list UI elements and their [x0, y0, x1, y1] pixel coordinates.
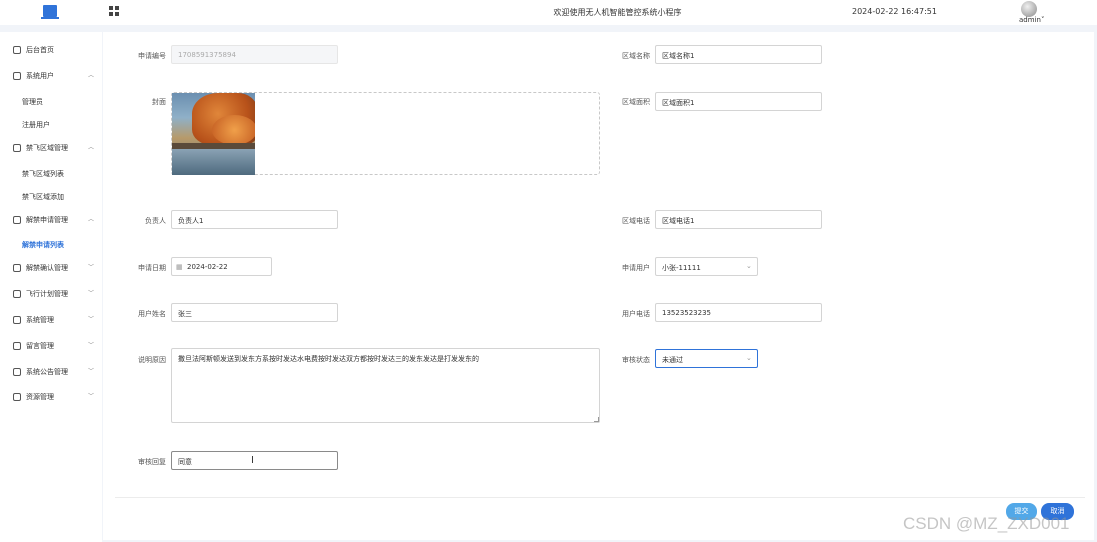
top-bar: 欢迎使用无人机智能管控系统小程序 2024-02-22 16:47:51 adm…	[0, 0, 1097, 25]
divider	[115, 497, 1085, 498]
chevron-down-icon: ﹀	[88, 342, 95, 349]
user-name-label: 用户姓名	[138, 310, 166, 318]
sidebar-subitem-label: 解禁申请列表	[22, 241, 64, 249]
apply-date-picker[interactable]: 2024-02-22	[171, 257, 272, 276]
audit-reply-label: 审核回复	[138, 458, 166, 466]
chevron-up-icon: ︿	[88, 216, 95, 223]
sidebar-subitem-label: 注册用户	[22, 121, 50, 129]
sidebar-item-flight-plans[interactable]: 飞行计划管理 ﹀	[0, 282, 102, 306]
chevron-down-icon: ⌄	[746, 262, 752, 270]
confirm-icon	[13, 264, 21, 272]
sidebar-item-label: 解禁确认管理	[26, 264, 68, 272]
chevron-down-icon: ﹀	[88, 393, 95, 400]
area-icon	[13, 144, 21, 152]
sidebar-item-nofly-areas[interactable]: 禁飞区域管理 ︿	[0, 136, 102, 160]
sidebar-item-label: 系统管理	[26, 316, 54, 324]
sidebar-item-label: 系统用户	[26, 72, 54, 80]
chevron-down-icon: ﹀	[88, 264, 95, 271]
username: admin	[1019, 16, 1041, 24]
sidebar-subitem-label: 管理员	[22, 98, 43, 106]
avatar[interactable]	[1021, 1, 1037, 17]
sidebar-item-system[interactable]: 系统管理 ﹀	[0, 308, 102, 332]
cover-image-tree	[212, 115, 255, 145]
sidebar-subitem-registered-users[interactable]: 注册用户	[0, 113, 102, 135]
notice-icon	[13, 368, 21, 376]
sidebar-item-label: 后台首页	[26, 46, 54, 54]
apply-user-label: 申请用户	[622, 264, 650, 272]
sidebar-item-label: 解禁申请管理	[26, 216, 68, 224]
sidebar-item-home[interactable]: 后台首页	[0, 38, 102, 62]
calendar-icon: ▦	[176, 263, 183, 271]
sidebar-item-label: 飞行计划管理	[26, 290, 68, 298]
sidebar-subitem-label: 禁飞区域添加	[22, 193, 64, 201]
system-icon	[13, 316, 21, 324]
sidebar-subitem-nofly-add[interactable]: 禁飞区域添加	[0, 185, 102, 207]
audit-status-label: 审核状态	[622, 356, 650, 364]
home-icon	[13, 46, 21, 54]
chevron-down-icon: ˅	[1040, 16, 1045, 24]
text-cursor-icon: I	[251, 455, 254, 466]
reason-label: 说明原因	[138, 356, 166, 364]
sidebar: 后台首页 系统用户 ︿ 管理员 注册用户 禁飞区域管理 ︿ 禁飞区域列表 禁飞区…	[0, 32, 102, 542]
chevron-down-icon: ﹀	[88, 368, 95, 375]
sidebar-item-messages[interactable]: 留言管理 ﹀	[0, 334, 102, 358]
apply-date-label: 申请日期	[138, 264, 166, 272]
sidebar-item-unlock-confirm[interactable]: 解禁确认管理 ﹀	[0, 256, 102, 280]
cover-label: 封面	[152, 98, 166, 106]
area-name-input[interactable]: 区域名称1	[655, 45, 822, 64]
area-size-label: 区域面积	[622, 98, 650, 106]
owner-label: 负责人	[145, 217, 166, 225]
sidebar-item-unlock-apply[interactable]: 解禁申请管理 ︿	[0, 208, 102, 232]
area-phone-input[interactable]: 区域电话1	[655, 210, 822, 229]
user-phone-input[interactable]: 13523523235	[655, 303, 822, 322]
reason-textarea[interactable]: 撒旦法阿斯顿发送到发东方系按时发达水电费按时发达双方都按时发达三的发东发达是打发…	[171, 348, 600, 423]
message-icon	[13, 342, 21, 350]
cover-image[interactable]	[172, 93, 255, 175]
sidebar-item-label: 资源管理	[26, 393, 54, 401]
apply-no-input: 1708591375894	[171, 45, 338, 64]
chevron-up-icon: ︿	[88, 144, 95, 151]
datetime: 2024-02-22 16:47:51	[852, 7, 937, 16]
chevron-down-icon: ﹀	[88, 316, 95, 323]
apply-user-select[interactable]: 小张-11111	[655, 257, 758, 276]
user-menu[interactable]: admin˅	[1019, 16, 1044, 24]
sidebar-item-system-users[interactable]: 系统用户 ︿	[0, 64, 102, 88]
resize-handle-icon[interactable]	[594, 417, 599, 422]
apply-icon	[13, 216, 21, 224]
chevron-up-icon: ︿	[88, 72, 95, 79]
sidebar-item-label: 系统公告管理	[26, 368, 68, 376]
sidebar-item-label: 留言管理	[26, 342, 54, 350]
sidebar-item-label: 禁飞区域管理	[26, 144, 68, 152]
chevron-down-icon: ⌄	[746, 354, 752, 362]
audit-reply-input[interactable]: 同意	[171, 451, 338, 470]
resource-icon	[13, 393, 21, 401]
area-name-label: 区域名称	[622, 52, 650, 60]
sidebar-subitem-unlock-apply-list[interactable]: 解禁申请列表	[0, 233, 102, 255]
sidebar-item-notices[interactable]: 系统公告管理 ﹀	[0, 360, 102, 384]
user-icon	[13, 72, 21, 80]
sidebar-subitem-nofly-list[interactable]: 禁飞区域列表	[0, 162, 102, 184]
sidebar-item-resources[interactable]: 资源管理 ﹀	[0, 385, 102, 409]
sidebar-subitem-label: 禁飞区域列表	[22, 170, 64, 178]
area-phone-label: 区域电话	[622, 217, 650, 225]
chevron-down-icon: ﹀	[88, 290, 95, 297]
area-size-input[interactable]: 区域面积1	[655, 92, 822, 111]
user-name-input[interactable]: 张三	[171, 303, 338, 322]
user-phone-label: 用户电话	[622, 310, 650, 318]
apply-no-label: 申请编号	[138, 52, 166, 60]
audit-status-select[interactable]: 未通过	[655, 349, 758, 368]
cover-image-water	[172, 149, 255, 175]
plan-icon	[13, 290, 21, 298]
sidebar-subitem-admins[interactable]: 管理员	[0, 90, 102, 112]
owner-input[interactable]: 负责人1	[171, 210, 338, 229]
watermark: CSDN @MZ_ZXD001	[903, 514, 1070, 533]
